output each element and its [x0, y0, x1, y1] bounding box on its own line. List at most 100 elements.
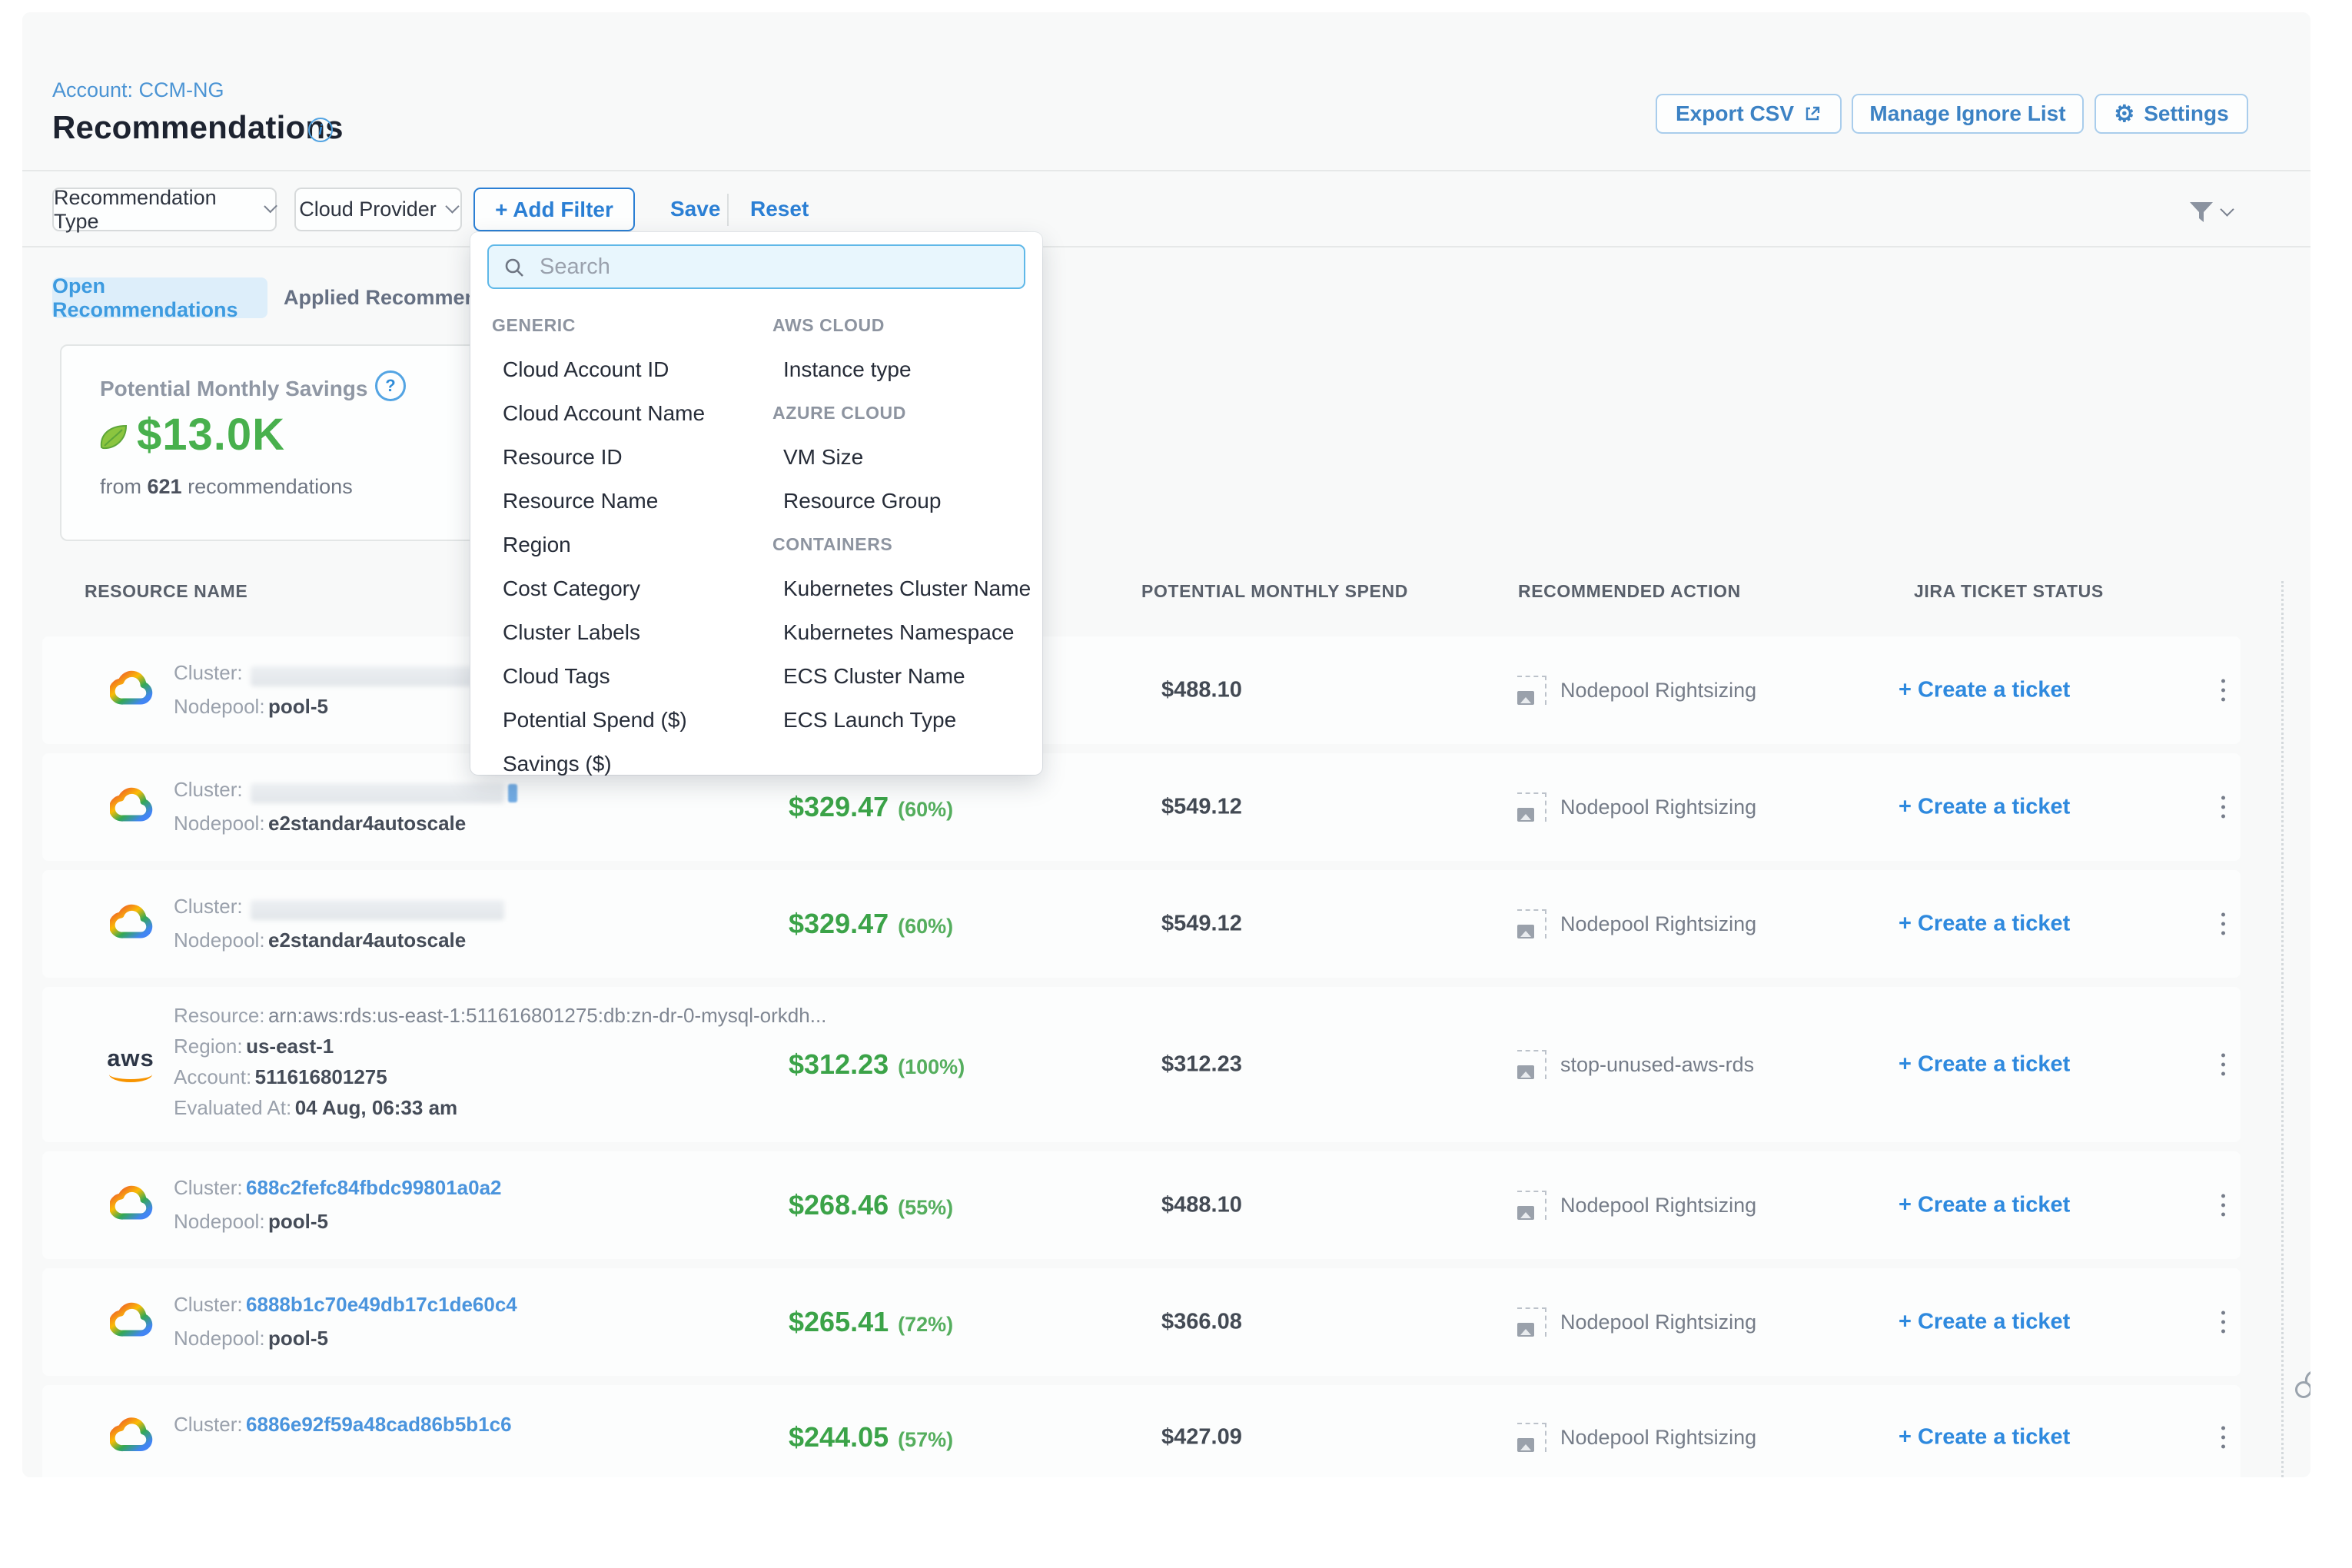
row-actions-menu[interactable] — [2211, 913, 2234, 935]
dropdown-section-aws-cloud: AWS CLOUD — [772, 304, 1031, 347]
spend-cell: $549.12 — [1161, 795, 1242, 820]
gcp-icon — [110, 671, 153, 710]
dropdown-item-cloud-account-name[interactable]: Cloud Account Name — [492, 391, 705, 435]
resource-arn: arn:aws:rds:us-east-1:511616801275:db:zn… — [268, 1004, 826, 1027]
search-input[interactable] — [538, 249, 1018, 284]
dropdown-item-cost-category[interactable]: Cost Category — [492, 566, 705, 610]
row-actions-menu[interactable] — [2211, 1054, 2234, 1076]
column-header-jira-ticket-status: JIRA TICKET STATUS — [1914, 581, 2104, 602]
nodepool-value: e2standar4autoscale — [268, 812, 466, 835]
page-title: Recommendations — [52, 109, 344, 146]
chevron-down-icon — [264, 200, 277, 214]
dropdown-item-savings[interactable]: Savings ($) — [492, 742, 705, 786]
create-ticket-link[interactable]: + Create a ticket — [1899, 1310, 2070, 1335]
cluster-label: Cluster: — [174, 895, 243, 918]
save-filter-button[interactable]: Save — [670, 197, 720, 221]
column-header-recommended-action: RECOMMENDED ACTION — [1518, 581, 1741, 602]
dropdown-item-region[interactable]: Region — [492, 523, 705, 566]
rightsizing-icon — [1517, 1307, 1546, 1337]
row-actions-menu[interactable] — [2211, 679, 2234, 702]
dropdown-item-vm-size[interactable]: VM Size — [772, 435, 1031, 479]
account-breadcrumb[interactable]: Account: CCM-NG — [52, 78, 224, 102]
row-actions-menu[interactable] — [2211, 1311, 2234, 1334]
nodepool-value: e2standar4autoscale — [268, 929, 466, 952]
dropdown-item-ecs-launch-type[interactable]: ECS Launch Type — [772, 698, 1031, 742]
row-actions-menu[interactable] — [2211, 796, 2234, 819]
spend-cell: $366.08 — [1161, 1310, 1242, 1335]
dropdown-item-resource-id[interactable]: Resource ID — [492, 435, 705, 479]
support-chat-icon[interactable] — [2294, 1367, 2310, 1404]
savings-cell: $265.41(72%) — [789, 1306, 953, 1338]
dropdown-item-ecs-cluster-name[interactable]: ECS Cluster Name — [772, 654, 1031, 698]
table-column-divider — [2281, 581, 2284, 1477]
gcp-icon — [110, 788, 153, 827]
dropdown-item-resource-name[interactable]: Resource Name — [492, 479, 705, 523]
cluster-link[interactable]: 6888b1c70e49db17c1de60c4 — [246, 1293, 517, 1316]
manage-ignore-list-button[interactable]: Manage Ignore List — [1852, 94, 2084, 134]
info-icon[interactable]: i — [308, 118, 333, 142]
rightsizing-icon — [1517, 676, 1546, 705]
row-actions-menu[interactable] — [2211, 1194, 2234, 1217]
table-row[interactable]: Cluster: 6888b1c70e49db17c1de60c4 Nodepo… — [42, 1268, 2241, 1376]
table-row[interactable]: Cluster: Nodepool: e2standar4autoscale $… — [42, 753, 2241, 861]
row-actions-menu[interactable] — [2211, 1427, 2234, 1449]
recommended-action-cell: Nodepool Rightsizing — [1517, 792, 1756, 822]
filter-panel-toggle[interactable] — [2187, 197, 2241, 228]
rightsizing-icon — [1517, 909, 1546, 938]
table-row[interactable]: Cluster: Nodepool: pool-5 $488.10 Nodepo… — [42, 636, 2241, 744]
dropdown-item-instance-type[interactable]: Instance type — [772, 347, 1031, 391]
region-value: us-east-1 — [246, 1035, 334, 1058]
create-ticket-link[interactable]: + Create a ticket — [1899, 1052, 2070, 1078]
add-filter-button[interactable]: + Add Filter — [473, 188, 635, 231]
action-label: Nodepool Rightsizing — [1560, 1311, 1756, 1334]
cloud-provider-label: Cloud Provider — [299, 198, 437, 221]
cluster-link[interactable]: 688c2fefc84fbdc99801a0a2 — [246, 1176, 501, 1199]
export-csv-button[interactable]: Export CSV — [1656, 94, 1842, 134]
dropdown-item-potential-spend[interactable]: Potential Spend ($) — [492, 698, 705, 742]
recommendation-count: 621 — [148, 475, 182, 498]
gcp-icon — [110, 905, 153, 944]
settings-button[interactable]: ⚙ Settings — [2095, 94, 2248, 134]
settings-label: Settings — [2144, 101, 2228, 126]
funnel-icon — [2187, 198, 2216, 227]
dropdown-item-cluster-labels[interactable]: Cluster Labels — [492, 610, 705, 654]
dropdown-item-kubernetes-namespace[interactable]: Kubernetes Namespace — [772, 610, 1031, 654]
create-ticket-link[interactable]: + Create a ticket — [1899, 678, 2070, 703]
leaf-icon — [97, 420, 131, 457]
rightsizing-icon — [1517, 792, 1546, 822]
dropdown-section-azure-cloud: AZURE CLOUD — [772, 391, 1031, 435]
create-ticket-link[interactable]: + Create a ticket — [1899, 795, 2070, 820]
filter-separator — [727, 194, 729, 226]
cluster-label: Cluster: — [174, 661, 243, 684]
create-ticket-link[interactable]: + Create a ticket — [1899, 1193, 2070, 1218]
table-row[interactable]: Cluster: 688c2fefc84fbdc99801a0a2 Nodepo… — [42, 1151, 2241, 1259]
table-row[interactable]: Cluster: Nodepool: e2standar4autoscale $… — [42, 870, 2241, 978]
column-header-resource-name: RESOURCE NAME — [85, 581, 247, 602]
action-label: Nodepool Rightsizing — [1560, 1194, 1756, 1218]
create-ticket-link[interactable]: + Create a ticket — [1899, 1425, 2070, 1450]
cloud-provider-filter[interactable]: Cloud Provider — [294, 188, 462, 231]
nodepool-label: Nodepool: — [174, 1210, 265, 1233]
dropdown-item-kubernetes-cluster-name[interactable]: Kubernetes Cluster Name — [772, 566, 1031, 610]
nodepool-value: pool-5 — [268, 695, 328, 718]
dropdown-item-cloud-account-id[interactable]: Cloud Account ID — [492, 347, 705, 391]
savings-cell: $329.47(60%) — [789, 791, 953, 823]
cluster-link-fragment — [508, 784, 517, 802]
help-icon[interactable]: ? — [375, 370, 406, 401]
add-filter-label: + Add Filter — [495, 198, 613, 222]
dropdown-item-cloud-tags[interactable]: Cloud Tags — [492, 654, 705, 698]
cluster-link[interactable]: 6886e92f59a48cad86b5b1c6 — [246, 1413, 512, 1436]
table-row[interactable]: Cluster: 6886e92f59a48cad86b5b1c6 $244.0… — [42, 1385, 2241, 1477]
reset-filter-button[interactable]: Reset — [750, 197, 809, 221]
rightsizing-icon — [1517, 1050, 1546, 1079]
tab-open-recommendations[interactable]: Open Recommendations — [52, 277, 267, 318]
dropdown-item-resource-group[interactable]: Resource Group — [772, 479, 1031, 523]
create-ticket-link[interactable]: + Create a ticket — [1899, 912, 2070, 937]
recommendation-type-filter[interactable]: Recommendation Type — [52, 188, 277, 231]
recommended-action-cell: Nodepool Rightsizing — [1517, 1423, 1756, 1452]
chevron-down-icon — [2220, 202, 2234, 216]
dropdown-search[interactable] — [487, 244, 1025, 289]
export-csv-label: Export CSV — [1676, 101, 1794, 126]
table-row[interactable]: aws Resource: arn:aws:rds:us-east-1:5116… — [42, 987, 2241, 1142]
gcp-icon — [110, 1303, 153, 1342]
